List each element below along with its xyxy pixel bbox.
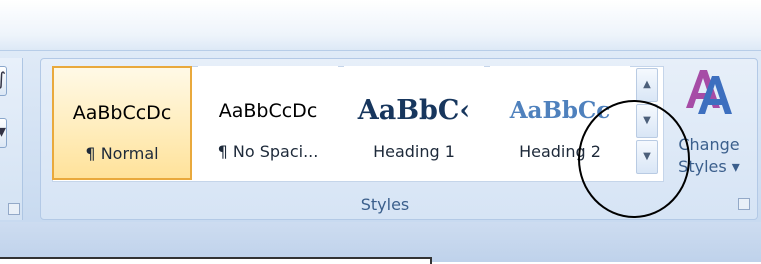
paragraph-group-partial: ∫ ▾: [0, 58, 23, 220]
change-styles-icon: [686, 70, 732, 114]
style-name: Heading 1: [373, 142, 455, 161]
paragraph-launcher-icon[interactable]: [8, 203, 20, 215]
paragraph-mark-button[interactable]: ∫: [0, 66, 7, 96]
gallery-scroll: ▲ ▼ ▼: [634, 66, 660, 180]
style-sample: AaBbC‹: [357, 95, 471, 126]
paragraph-dropdown-button[interactable]: ▾: [0, 118, 7, 148]
scroll-up-icon[interactable]: ▲: [636, 68, 658, 102]
change-styles-label-line1: Change: [678, 135, 740, 154]
style-name: ¶ No Spaci...: [217, 142, 319, 161]
ruler-area: [0, 222, 761, 262]
style-heading-2[interactable]: AaBbCc Heading 2: [490, 66, 630, 180]
change-styles-label-line2: Styles ▾: [678, 157, 740, 176]
dialog-launcher-icon[interactable]: [738, 198, 750, 210]
scroll-down-icon[interactable]: ▼: [636, 104, 658, 138]
document-edge: [0, 257, 432, 264]
title-area: [0, 0, 761, 50]
change-styles-button[interactable]: Change Styles ▾: [664, 62, 754, 186]
style-sample: AaBbCcDc: [72, 102, 172, 124]
style-heading-1[interactable]: AaBbC‹ Heading 1: [344, 66, 484, 180]
style-name: Heading 2: [519, 142, 601, 161]
style-sample: AaBbCcDc: [218, 100, 318, 122]
style-normal[interactable]: AaBbCcDc ¶ Normal: [52, 66, 192, 180]
style-sample: AaBbCc: [509, 97, 611, 124]
more-icon[interactable]: ▼: [636, 140, 658, 174]
styles-group-label: Styles: [360, 195, 410, 214]
style-no-spacing[interactable]: AaBbCcDc ¶ No Spaci...: [198, 66, 338, 180]
style-name: ¶ Normal: [85, 144, 159, 163]
